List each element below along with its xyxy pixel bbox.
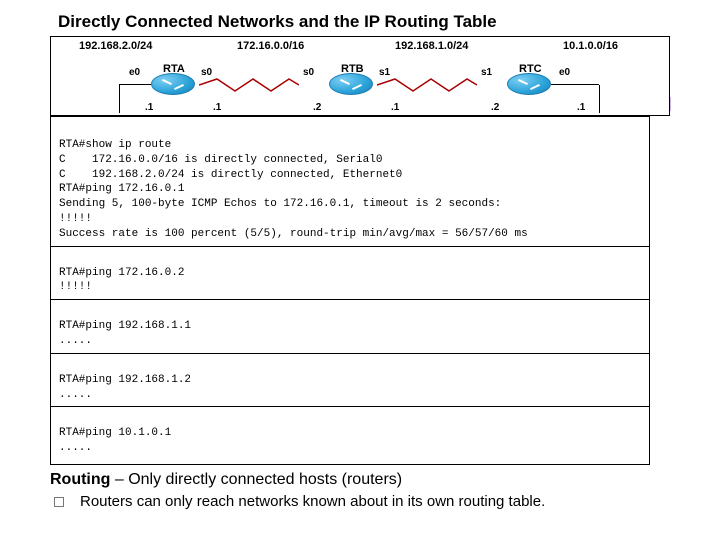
term-line: C 192.168.2.0/24 is directly connected, … (59, 169, 402, 181)
term-line: ..... (59, 442, 92, 454)
rtc-left-if: s1 (481, 67, 492, 78)
ip-b-right: .1 (391, 102, 399, 113)
subtitle: Routing – Only directly connected hosts … (50, 471, 670, 489)
subtitle-rest: – Only directly connected hosts (routers… (110, 471, 402, 488)
rtc-rightlink (599, 85, 600, 113)
ip-b-left: .2 (313, 102, 321, 113)
term-line: RTA#ping 172.16.0.2 (59, 267, 184, 279)
serial-link-bc (377, 77, 477, 93)
subtitle-bold: Routing (50, 471, 110, 488)
net-label-0: 192.168.2.0/24 (79, 40, 152, 52)
term-line: RTA#show ip route (59, 139, 171, 151)
topology-diagram: 192.168.2.0/24 172.16.0.0/16 192.168.1.0… (50, 36, 670, 116)
rtc-right-if: e0 (559, 67, 570, 78)
terminal-output: RTA#show ip route C 172.16.0.0/16 is dir… (50, 116, 650, 465)
bullet-icon (54, 497, 64, 507)
term-line: ..... (59, 389, 92, 401)
rta-leftlink (119, 85, 120, 113)
term-line: C 172.16.0.0/16 is directly connected, S… (59, 154, 382, 166)
ip-c-right: .1 (577, 102, 585, 113)
net-label-1: 172.16.0.0/16 (237, 40, 304, 52)
divider (51, 353, 649, 354)
term-line: RTA#ping 10.1.0.1 (59, 427, 171, 439)
rtc-rightwire (551, 84, 599, 85)
serial-link-ab (199, 77, 299, 93)
term-line: RTA#ping 192.168.1.1 (59, 320, 191, 332)
term-line: Success rate is 100 percent (5/5), round… (59, 228, 528, 240)
page-title: Directly Connected Networks and the IP R… (58, 12, 670, 32)
divider (51, 406, 649, 407)
divider (51, 299, 649, 300)
net-label-3: 10.1.0.0/16 (563, 40, 618, 52)
term-line: RTA#ping 172.16.0.1 (59, 183, 184, 195)
ip-c-left: .2 (491, 102, 499, 113)
divider (51, 246, 649, 247)
net-label-2: 192.168.1.0/24 (395, 40, 468, 52)
term-line: !!!!! (59, 281, 92, 293)
router-icon-c (507, 73, 551, 95)
router-icon-b (329, 73, 373, 95)
rtb-left-if: s0 (303, 67, 314, 78)
ip-a-right: .1 (213, 102, 221, 113)
rta-left-if: e0 (129, 67, 140, 78)
term-line: !!!!! (59, 213, 92, 225)
ip-a-left: .1 (145, 102, 153, 113)
bullet-text: Routers can only reach networks known ab… (80, 493, 545, 510)
bullet-item: Routers can only reach networks known ab… (54, 493, 670, 510)
term-line: Sending 5, 100-byte ICMP Echos to 172.16… (59, 198, 501, 210)
router-icon-a (151, 73, 195, 95)
rta-leftwire (119, 84, 151, 85)
term-line: ..... (59, 335, 92, 347)
term-line: RTA#ping 192.168.1.2 (59, 374, 191, 386)
